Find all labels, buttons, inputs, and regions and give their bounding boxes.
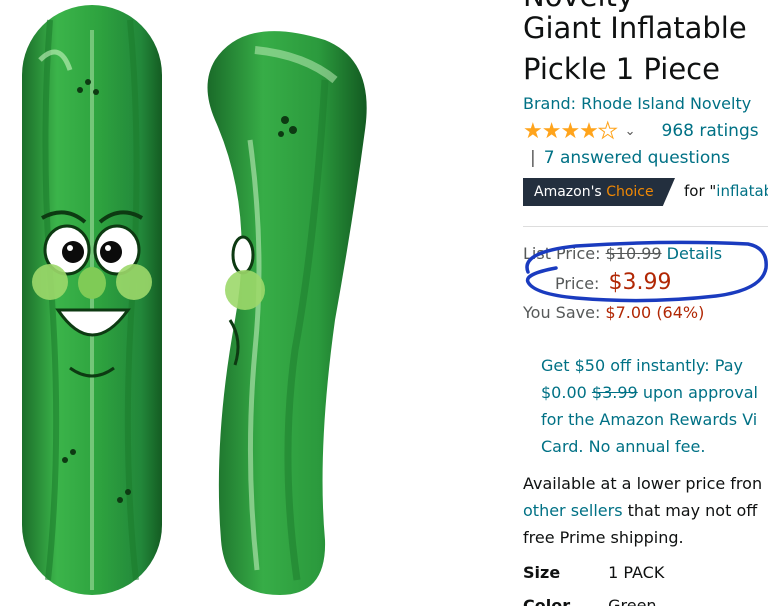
availability-line-2-rest: that may not off: [627, 501, 758, 520]
brand-link[interactable]: Brand: Rhode Island Novelty: [523, 94, 751, 113]
product-title-line-1: Giant Inflatable: [523, 11, 747, 45]
product-image-gallery[interactable]: [0, 0, 520, 606]
offer-line-4: Card. No annual fee.: [541, 437, 706, 456]
divider: [523, 226, 768, 227]
rewards-card-offer-link[interactable]: Get $50 off instantly: Pay $0.00 $3.99 u…: [541, 352, 758, 460]
divider: |: [530, 148, 536, 168]
chevron-down-icon[interactable]: ⌄: [625, 124, 636, 139]
offer-line-1: Get $50 off instantly: Pay: [541, 356, 743, 375]
spec-row-size: Size 1 PACK: [523, 563, 664, 582]
choice-keyword-link[interactable]: inflatable: [716, 182, 768, 200]
availability-text: Available at a lower price fron other se…: [523, 470, 762, 551]
list-price-row: List Price: $10.99 Details: [523, 244, 722, 263]
spec-label: Size: [523, 563, 561, 582]
answered-questions-row: | 7 answered questions: [530, 148, 730, 168]
other-sellers-link[interactable]: other sellers: [523, 501, 623, 520]
offer-line-2-strike: $3.99: [591, 383, 638, 402]
availability-line-2: other sellers that may not off: [523, 497, 762, 524]
spec-value: Green: [608, 596, 657, 606]
pickle-side-image[interactable]: [185, 20, 385, 600]
amazons-choice-badge: Amazon's Choice: [523, 178, 675, 206]
offer-line-2-prefix: $0.00: [541, 383, 587, 402]
choice-for-prefix: for ": [684, 182, 717, 200]
choice-for-text: for "inflatable: [684, 182, 768, 200]
offer-line-3: for the Amazon Rewards Vi: [541, 410, 758, 429]
price-label: Price:: [555, 274, 600, 293]
pickle-front-image[interactable]: [10, 0, 175, 600]
details-link[interactable]: Details: [667, 244, 722, 263]
spec-row-color: Color Green: [523, 596, 657, 606]
star-rating-icon[interactable]: ★★★★★: [523, 118, 618, 144]
product-info-panel: Novelty Giant Inflatable Pickle 1 Piece …: [523, 0, 768, 606]
availability-line-3: free Prime shipping.: [523, 528, 684, 547]
you-save-value: $7.00 (64%): [605, 303, 705, 322]
product-title-line-2: Pickle 1 Piece: [523, 52, 720, 86]
you-save-row: You Save: $7.00 (64%): [523, 303, 704, 322]
price-value: $3.99: [608, 270, 672, 295]
offer-line-2: $0.00 $3.99 upon approval: [541, 379, 758, 406]
list-price-label: List Price:: [523, 244, 601, 263]
choice-badge-suffix: Choice: [606, 184, 654, 200]
offer-line-2-suffix: upon approval: [642, 383, 758, 402]
spec-value: 1 PACK: [608, 563, 665, 582]
ratings-count-link[interactable]: 968 ratings: [662, 121, 759, 141]
product-title: Giant Inflatable Pickle 1 Piece: [523, 8, 747, 90]
availability-line-1: Available at a lower price fron: [523, 474, 763, 493]
you-save-label: You Save:: [523, 303, 601, 322]
choice-badge-prefix: Amazon's: [534, 184, 602, 200]
answered-questions-link[interactable]: 7 answered questions: [544, 148, 730, 168]
price-row: Price: $3.99: [555, 270, 672, 295]
rating-row[interactable]: ★★★★★ ⌄ 968 ratings: [523, 118, 759, 144]
spec-label: Color: [523, 596, 571, 606]
list-price-value: $10.99: [605, 244, 662, 263]
